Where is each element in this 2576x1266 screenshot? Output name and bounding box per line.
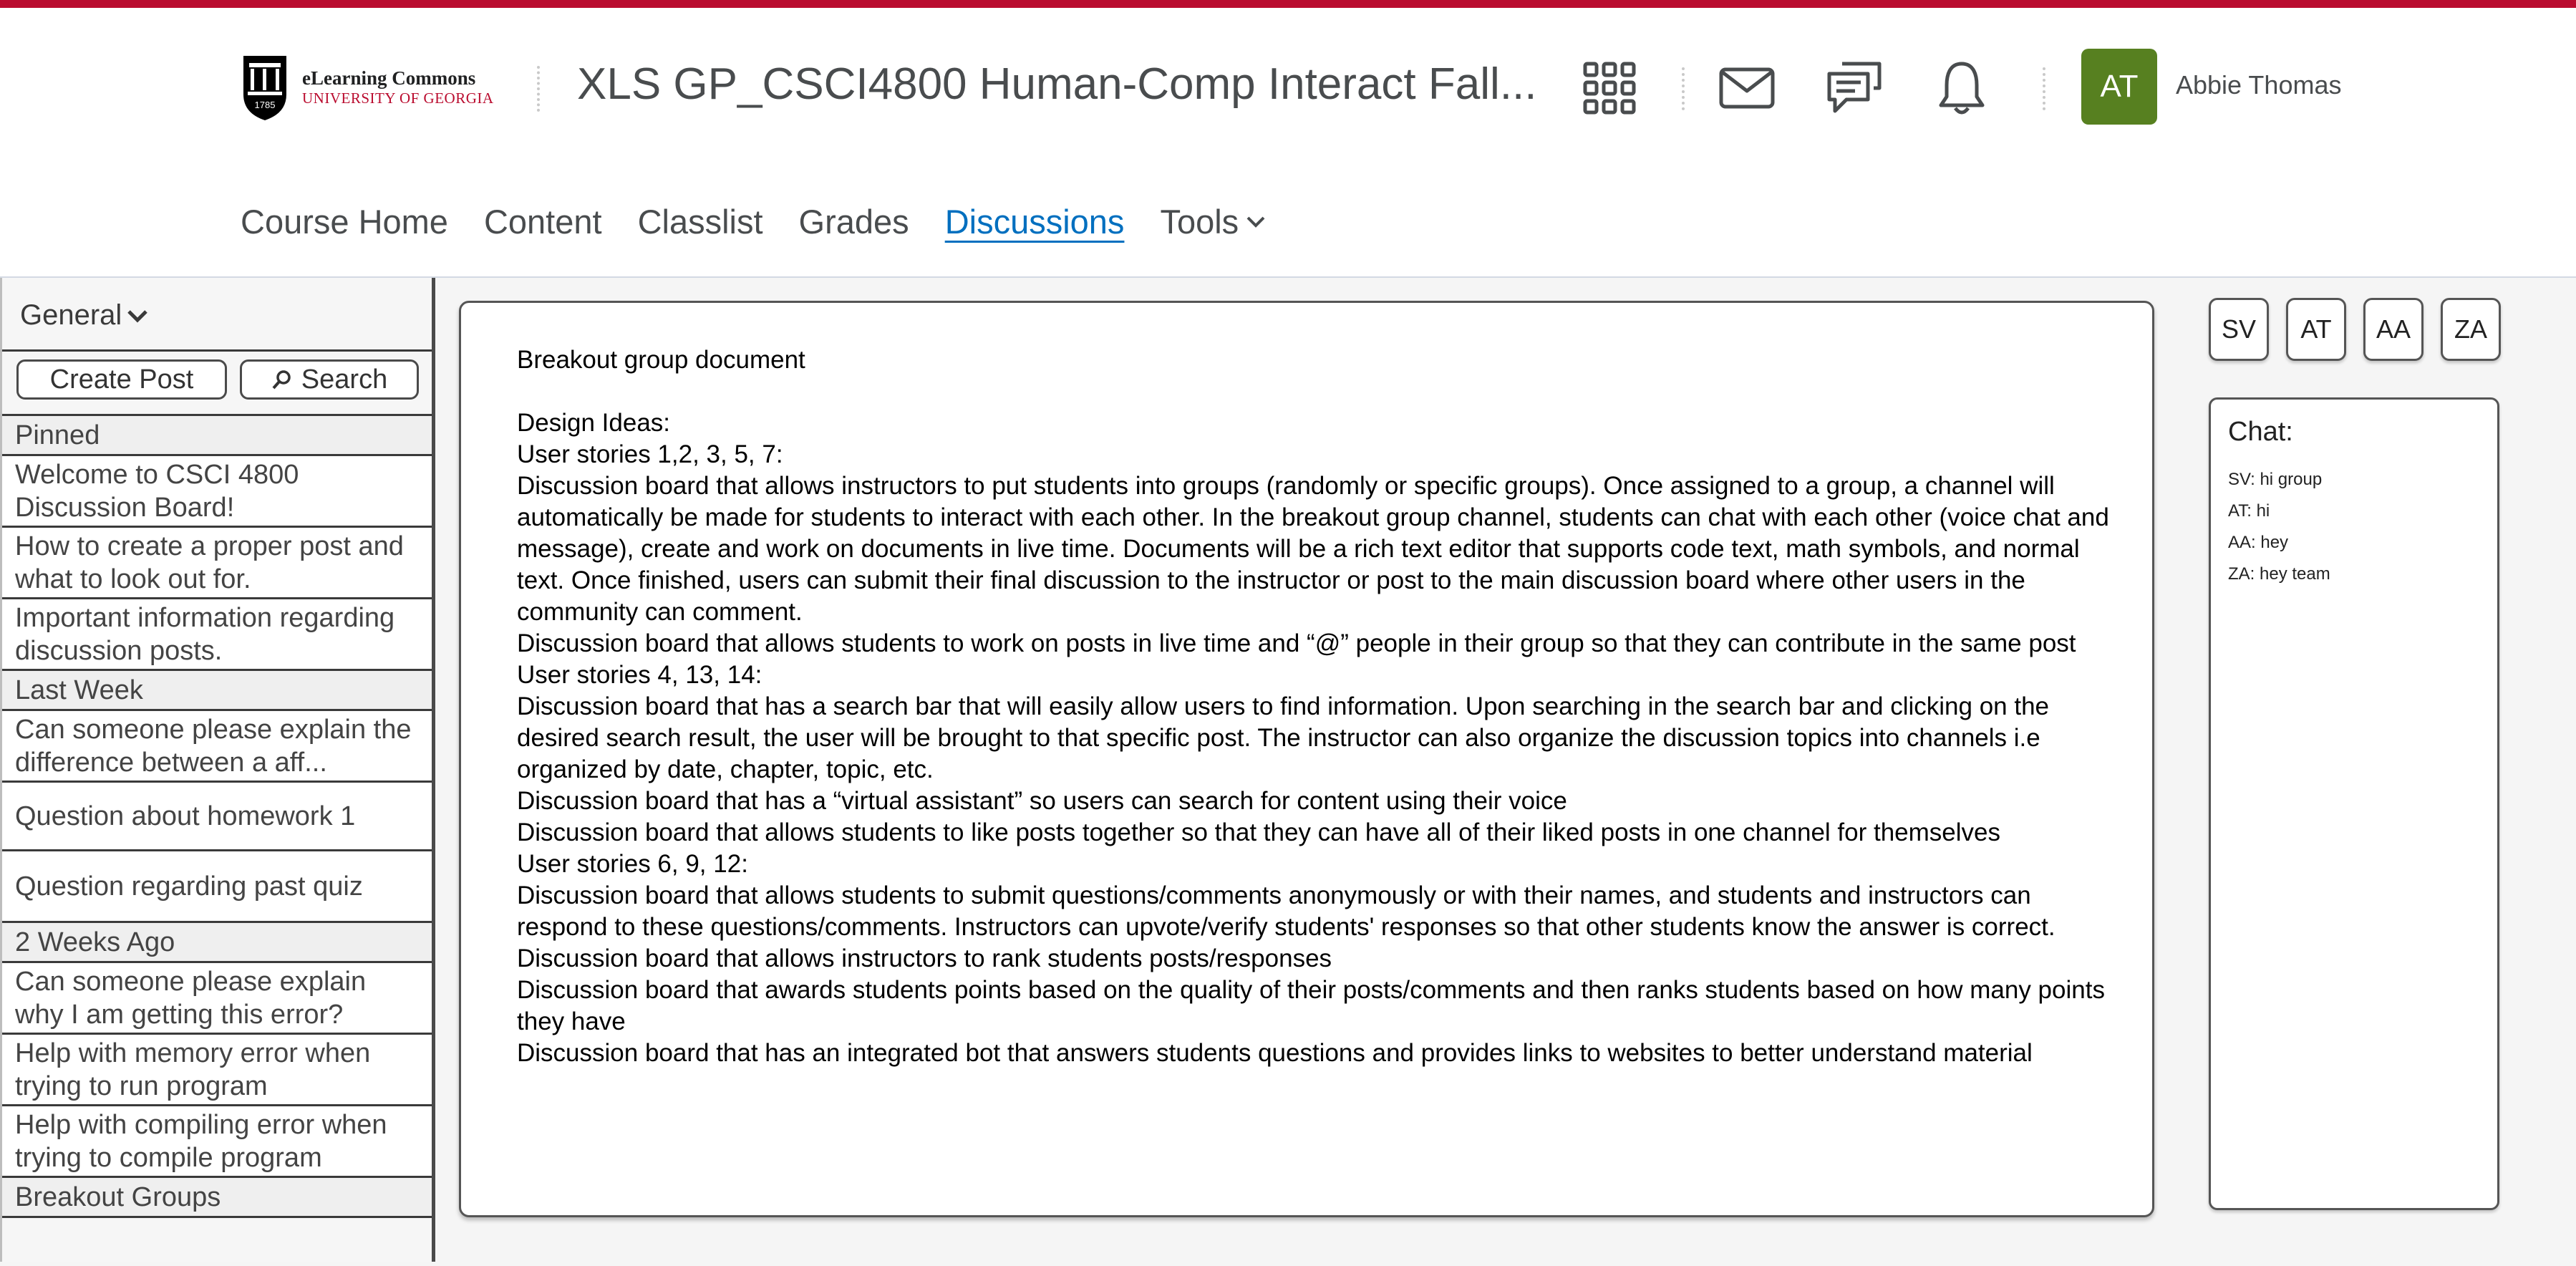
sidebar-post-item[interactable]: Help with memory error when trying to ru… <box>2 1035 432 1106</box>
chat-messages: SV: hi group AT: hi AA: hey ZA: hey team <box>2228 464 2330 590</box>
document-paragraph: Discussion board that has a search bar t… <box>517 692 2050 783</box>
document-paragraph: Discussion board that allows students to… <box>517 881 2056 941</box>
document-paragraph: Discussion board that allows students to… <box>517 818 2000 846</box>
chat-message: SV: hi group <box>2228 470 2323 489</box>
sidebar-section-header: Breakout Groups <box>2 1178 432 1218</box>
user-avatar[interactable]: AT <box>2081 49 2157 125</box>
document-heading-line: Design Ideas: <box>517 409 671 437</box>
nav-grades[interactable]: Grades <box>799 202 909 241</box>
member-badge-za[interactable]: ZA <box>2441 298 2501 361</box>
sidebar-section-header: Pinned <box>2 416 432 456</box>
channel-selector[interactable]: General <box>20 299 149 332</box>
course-nav: Course Home Content Classlist Grades Dis… <box>241 202 1302 241</box>
document-heading-line: User stories 6, 9, 12: <box>517 850 748 878</box>
uga-seal-icon: 1785 <box>241 53 289 122</box>
chat-bubbles-icon[interactable] <box>1822 56 1887 120</box>
nav-tools-label: Tools <box>1160 203 1239 241</box>
document-heading-line: User stories 1,2, 3, 5, 7: <box>517 440 783 468</box>
member-badge-sv[interactable]: SV <box>2209 298 2269 361</box>
document-paragraph: Discussion board that allows instructors… <box>517 472 2109 626</box>
chevron-down-icon <box>127 309 148 323</box>
nav-course-home[interactable]: Course Home <box>241 202 448 241</box>
seal-year: 1785 <box>255 100 276 110</box>
document-paragraph: Discussion board that has an integrated … <box>517 1039 2033 1067</box>
logo-subtitle: UNIVERSITY OF GEORGIA <box>302 90 494 107</box>
apps-grid-icon[interactable] <box>1577 56 1642 120</box>
member-badge-aa[interactable]: AA <box>2363 298 2424 361</box>
discussion-sidebar: General Create Post Search Pinned Welcome… <box>0 278 435 1262</box>
search-button-label: Search <box>301 364 388 395</box>
breakout-document[interactable]: Breakout group document Design Ideas: Use… <box>459 301 2154 1217</box>
header-divider <box>537 66 540 112</box>
sidebar-section-header: Last Week <box>2 671 432 711</box>
document-paragraph: Discussion board that allows instructors… <box>517 944 1332 972</box>
top-accent-bar <box>0 0 2576 8</box>
chat-message: AA: hey <box>2228 533 2289 552</box>
sidebar-divider <box>2 349 432 352</box>
sidebar-section-header: 2 Weeks Ago <box>2 923 432 963</box>
sidebar-post-item[interactable]: Can someone please explain why I am gett… <box>2 963 432 1035</box>
sidebar-post-item[interactable]: Help with compiling error when trying to… <box>2 1106 432 1178</box>
nav-discussions[interactable]: Discussions <box>945 202 1125 241</box>
document-paragraph: Discussion board that allows students to… <box>517 629 2076 657</box>
sidebar-post-item[interactable]: Question regarding past quiz <box>2 851 432 923</box>
search-icon <box>272 370 291 390</box>
document-title: Breakout group document <box>517 346 805 374</box>
logo-title: eLearning Commons <box>302 67 476 90</box>
sidebar-post-item[interactable]: Welcome to CSCI 4800 Discussion Board! <box>2 456 432 528</box>
chevron-down-icon <box>1246 216 1265 228</box>
chat-panel[interactable]: Chat: SV: hi group AT: hi AA: hey ZA: hey t… <box>2209 397 2499 1210</box>
sidebar-post-item[interactable]: Can someone please explain the differenc… <box>2 711 432 783</box>
nav-classlist[interactable]: Classlist <box>638 202 763 241</box>
mail-icon[interactable] <box>1715 56 1779 120</box>
chat-message: AT: hi <box>2228 501 2270 521</box>
sidebar-post-item[interactable]: How to create a proper post and what to … <box>2 528 432 599</box>
document-body[interactable]: Breakout group document Design Ideas: Use… <box>517 344 2113 1069</box>
sidebar-post-item[interactable]: Important information regarding discussi… <box>2 599 432 671</box>
uga-logo[interactable]: 1785 eLearning Commons UNIVERSITY OF GEO… <box>241 52 494 123</box>
member-badge-at[interactable]: AT <box>2286 298 2346 361</box>
document-heading-line: User stories 4, 13, 14: <box>517 661 762 689</box>
bell-icon[interactable] <box>1929 56 1994 120</box>
chat-message: ZA: hey team <box>2228 564 2330 584</box>
header-divider <box>2043 67 2045 110</box>
user-name[interactable]: Abbie Thomas <box>2176 70 2341 100</box>
course-title[interactable]: XLS GP_CSCI4800 Human-Comp Interact Fall… <box>577 59 1536 110</box>
sidebar-post-item[interactable]: Question about homework 1 <box>2 783 432 851</box>
document-paragraph: Discussion board that awards students po… <box>517 976 2105 1035</box>
document-paragraph: Discussion board that has a “virtual ass… <box>517 787 1567 815</box>
nav-tools[interactable]: Tools <box>1160 202 1266 241</box>
chat-title: Chat: <box>2228 417 2293 447</box>
post-list: Pinned Welcome to CSCI 4800 Discussion Bo… <box>2 416 432 1218</box>
create-post-button[interactable]: Create Post <box>16 359 227 400</box>
header-divider <box>1682 67 1685 110</box>
search-button[interactable]: Search <box>240 359 419 400</box>
nav-content[interactable]: Content <box>484 202 602 241</box>
channel-name: General <box>20 299 122 331</box>
